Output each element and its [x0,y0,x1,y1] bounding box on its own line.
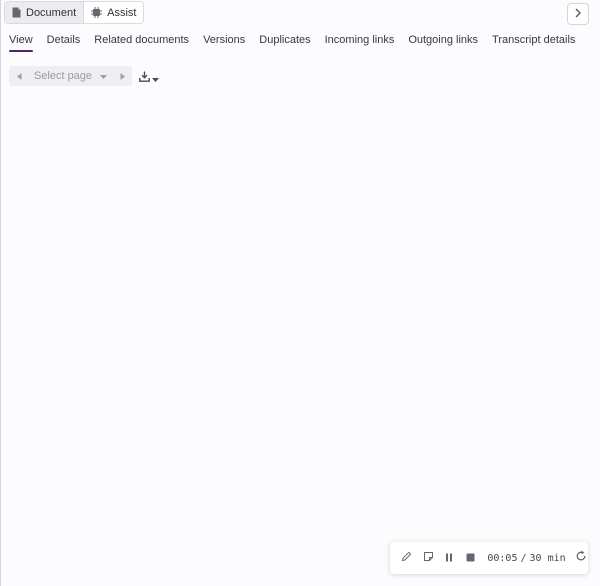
tab-incoming-links[interactable]: Incoming links [325,34,395,52]
assist-toggle-button[interactable]: Assist [83,2,143,23]
note-icon [423,549,434,567]
page-select-label: Select page [33,70,93,82]
caret-right-icon [120,67,125,85]
elapsed-time: 00:05 [487,552,518,564]
previous-page-button[interactable] [9,67,29,85]
view-toggle: Document Assist [4,1,145,24]
note-button[interactable] [421,550,434,566]
document-tabs: View Details Related documents Versions … [9,34,575,52]
chip-icon [91,7,103,18]
pause-icon [445,549,453,567]
document-toggle-label: Document [26,6,77,19]
caret-down-icon [100,70,108,82]
caret-down-icon [152,69,159,87]
caret-left-icon [16,67,22,85]
tab-details[interactable]: Details [47,34,81,52]
pause-button[interactable] [443,550,456,566]
document-toggle-button[interactable]: Document [5,2,84,23]
tab-transcript-details[interactable]: Transcript details [492,34,575,52]
left-border [0,0,1,586]
next-page-button[interactable] [112,67,132,85]
timer-readout: 00:05/30 min [487,553,565,564]
tab-related-documents[interactable]: Related documents [94,34,189,52]
reset-timer-button[interactable] [575,550,588,566]
assist-toggle-label: Assist [107,6,137,19]
chevron-right-icon [574,5,582,23]
tab-duplicates[interactable]: Duplicates [259,34,310,52]
timer-widget: 00:05/30 min [390,542,588,574]
stop-button[interactable] [464,550,477,566]
tab-versions[interactable]: Versions [203,34,245,52]
download-icon [139,69,150,87]
page-navigator: Select page [9,66,132,86]
tab-outgoing-links[interactable]: Outgoing links [408,34,478,52]
tab-view[interactable]: View [9,34,33,52]
document-icon [12,7,21,18]
collapse-panel-button[interactable] [567,3,589,25]
time-limit: 30 min [529,552,566,564]
stop-icon [466,549,475,567]
download-menu-button[interactable] [139,69,159,87]
annotate-button[interactable] [400,550,413,566]
time-separator: / [520,552,527,564]
refresh-icon [575,549,587,567]
page-select[interactable]: Select page [29,70,112,82]
pencil-icon [401,549,412,567]
